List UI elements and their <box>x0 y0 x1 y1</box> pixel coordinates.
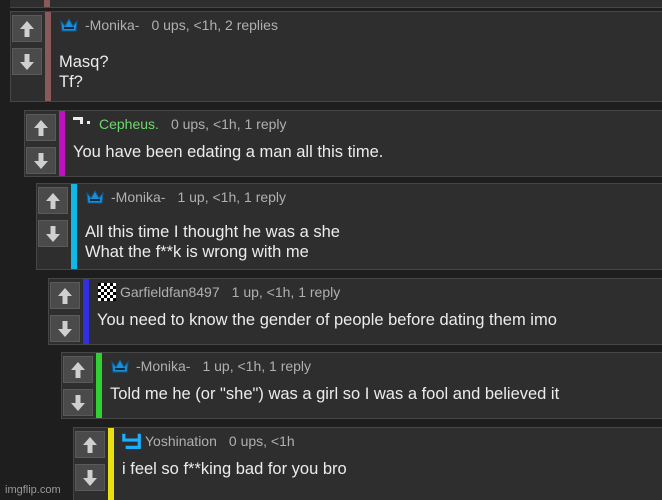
y-glyph-icon <box>122 433 141 449</box>
comment-body: All this time I thought he was a she Wha… <box>85 222 340 262</box>
comment-meta: Yoshination 0 ups, <1h <box>122 432 295 450</box>
vote-controls <box>25 111 59 176</box>
username-link[interactable]: -Monika- <box>136 358 190 374</box>
comment-body: i feel so f**king bad for you bro <box>122 459 347 479</box>
upvote-button[interactable] <box>38 187 68 214</box>
downvote-button[interactable] <box>38 220 68 247</box>
comment: -Monika- 1 up, <1h, 1 reply Told me he (… <box>61 352 662 419</box>
crown-icon <box>111 359 129 373</box>
comment: -Monika- 1 up, <1h, 1 reply All this tim… <box>36 183 662 270</box>
arrow-down-icon <box>83 469 97 486</box>
downvote-button[interactable] <box>50 315 80 342</box>
downvote-button[interactable] <box>75 464 105 491</box>
comment-stats: 1 up, <1h, 1 reply <box>231 284 341 300</box>
username-link[interactable]: -Monika- <box>85 17 139 33</box>
arrow-up-icon <box>58 287 72 304</box>
comment-meta: Garfieldfan8497 1 up, <1h, 1 reply <box>97 283 340 301</box>
watermark: imgflip.com <box>5 484 61 496</box>
comment-body: You have been edating a man all this tim… <box>73 142 383 162</box>
downvote-button[interactable] <box>12 48 42 75</box>
comment: Cepheus. 0 ups, <1h, 1 reply You have be… <box>24 110 662 177</box>
avatar[interactable] <box>85 189 105 205</box>
thread-bar <box>108 428 114 500</box>
comment-meta: Cepheus. 0 ups, <1h, 1 reply <box>73 115 287 133</box>
avatar[interactable] <box>110 358 130 374</box>
avatar[interactable] <box>97 283 117 301</box>
avatar[interactable] <box>73 116 93 132</box>
arrow-down-icon <box>71 394 85 411</box>
upvote-button[interactable] <box>26 114 56 141</box>
username-link[interactable]: Cepheus. <box>99 116 159 132</box>
checkerboard-icon <box>98 283 116 301</box>
comment: Yoshination 0 ups, <1h i feel so f**king… <box>73 427 662 500</box>
upvote-button[interactable] <box>63 356 93 383</box>
crown-icon <box>86 190 104 204</box>
comment-meta: -Monika- 1 up, <1h, 1 reply <box>85 188 286 206</box>
comment-line: Masq? <box>59 53 109 71</box>
comment-stats: 0 ups, <1h, 2 replies <box>151 17 278 33</box>
comment-line: You have been edating a man all this tim… <box>73 143 384 161</box>
thread-bar <box>59 111 65 176</box>
comment-body: Told me he (or "she") was a girl so I wa… <box>110 384 559 404</box>
comment: -Monika- 0 ups, <1h, 2 replies Masq? Tf? <box>10 11 662 102</box>
comment-line: Tf? <box>59 73 83 91</box>
comment-stats: 0 ups, <1h <box>228 433 295 449</box>
username-link[interactable]: -Monika- <box>111 189 165 205</box>
parent-comment-stub <box>10 0 662 8</box>
arrow-down-icon <box>46 225 60 242</box>
comment-stats: 1 up, <1h, 1 reply <box>202 358 312 374</box>
comment-stats: 1 up, <1h, 1 reply <box>177 189 287 205</box>
comment-meta: -Monika- 0 ups, <1h, 2 replies <box>59 16 278 34</box>
downvote-button[interactable] <box>63 389 93 416</box>
upvote-button[interactable] <box>75 431 105 458</box>
comment-body: Masq? Tf? <box>59 52 109 92</box>
comment-line: Told me he (or "she") was a girl so I wa… <box>110 385 560 403</box>
vote-controls <box>11 12 45 101</box>
arrow-up-icon <box>46 192 60 209</box>
comment-meta: -Monika- 1 up, <1h, 1 reply <box>110 357 311 375</box>
comment-line: All this time I thought he was a she <box>85 223 340 241</box>
username-link[interactable]: Yoshination <box>145 433 217 449</box>
avatar[interactable] <box>59 17 79 33</box>
thread-bar <box>83 279 89 344</box>
arrow-up-icon <box>34 119 48 136</box>
username-link[interactable]: Garfieldfan8497 <box>120 284 220 300</box>
arrow-up-icon <box>71 361 85 378</box>
comment-line: What the f**k is wrong with me <box>85 243 309 261</box>
comment-line: i feel so f**king bad for you bro <box>122 460 347 478</box>
upvote-button[interactable] <box>50 282 80 309</box>
thread-bar <box>44 0 50 7</box>
vote-controls <box>49 279 83 344</box>
comment-stats: 0 ups, <1h, 1 reply <box>170 116 287 132</box>
thread-bar <box>45 12 51 101</box>
pixel-avatar-icon <box>73 117 90 124</box>
downvote-button[interactable] <box>26 147 56 174</box>
vote-controls <box>62 353 96 418</box>
vote-controls <box>74 428 108 500</box>
comment: Garfieldfan8497 1 up, <1h, 1 reply You n… <box>48 278 662 345</box>
thread-bar <box>96 353 102 418</box>
comment-body: You need to know the gender of people be… <box>97 310 557 330</box>
arrow-down-icon <box>20 53 34 70</box>
crown-icon <box>60 18 78 32</box>
thread-bar <box>71 184 77 269</box>
arrow-up-icon <box>20 20 34 37</box>
arrow-down-icon <box>34 152 48 169</box>
avatar[interactable] <box>122 433 142 449</box>
upvote-button[interactable] <box>12 15 42 42</box>
comment-line: You need to know the gender of people be… <box>97 311 557 329</box>
arrow-up-icon <box>83 436 97 453</box>
arrow-down-icon <box>58 320 72 337</box>
vote-controls <box>37 184 71 269</box>
